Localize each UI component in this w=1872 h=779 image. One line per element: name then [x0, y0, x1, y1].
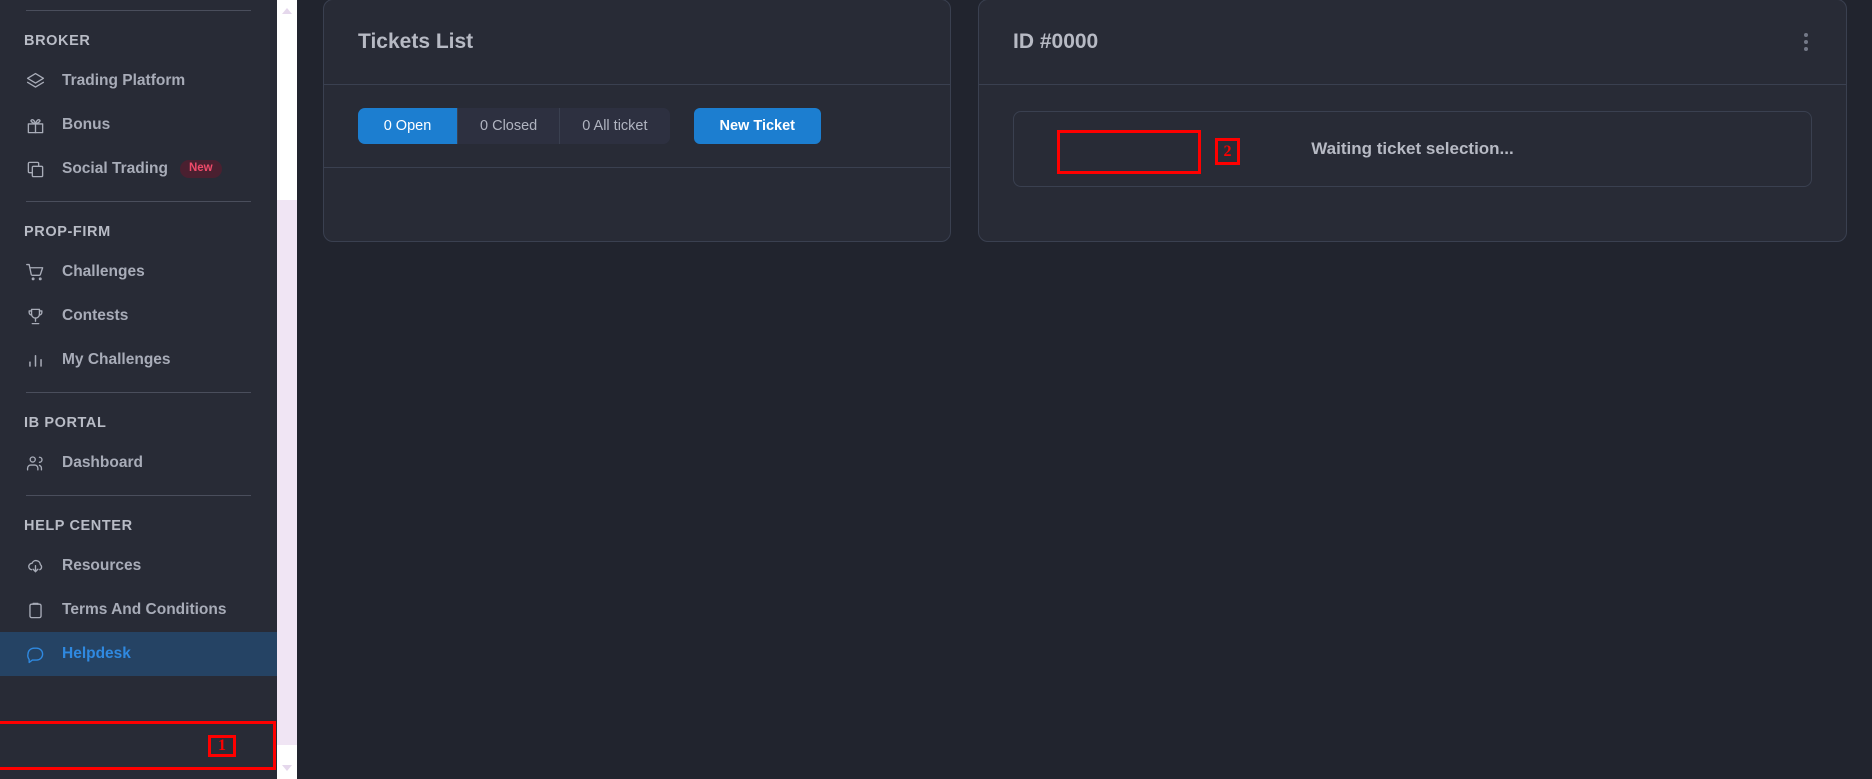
- sidebar-group-title-prop-firm: PROP-FIRM: [24, 224, 111, 240]
- trophy-icon: [24, 305, 46, 327]
- cart-icon: [24, 261, 46, 283]
- sidebar-item-challenges[interactable]: Challenges: [0, 250, 277, 294]
- sidebar-item-label: Contests: [62, 307, 129, 324]
- sidebar-item-my-challenges[interactable]: My Challenges: [0, 338, 277, 382]
- bar-chart-icon: [24, 349, 46, 371]
- scrollbar-down-arrow-icon[interactable]: [277, 761, 297, 775]
- scrollbar-thumb[interactable]: [277, 200, 297, 745]
- sidebar-item-label: Terms And Conditions: [62, 601, 227, 618]
- sidebar-item-label: Bonus: [62, 116, 111, 133]
- ticket-detail-body: Waiting ticket selection...: [979, 85, 1846, 221]
- sidebar-item-dashboard[interactable]: Dashboard: [0, 441, 277, 485]
- sidebar-item-contests[interactable]: Contests: [0, 294, 277, 338]
- message-icon: [24, 643, 46, 665]
- sidebar-item-resources[interactable]: Resources: [0, 544, 277, 588]
- gift-icon: [24, 114, 46, 136]
- annotation-number-1: 1: [208, 735, 236, 757]
- tickets-list-header: Tickets List: [324, 0, 950, 85]
- sidebar-item-label: Social Trading: [62, 160, 168, 177]
- tab-all-ticket[interactable]: 0 All ticket: [560, 108, 670, 144]
- panels-row: Tickets List 0 Open 0 Closed 0 All ticke…: [277, 0, 1872, 242]
- sidebar-group-title-broker: BROKER: [24, 33, 91, 49]
- cloud-download-icon: [24, 555, 46, 577]
- sidebar-item-label: Trading Platform: [62, 72, 186, 89]
- ticket-id-title: ID #0000: [1013, 30, 1099, 53]
- sidebar-item-terms-and-conditions[interactable]: Terms And Conditions: [0, 588, 277, 632]
- annotation-number-2: 2: [1215, 138, 1240, 165]
- kebab-menu-icon[interactable]: [1800, 29, 1812, 55]
- tickets-list-body: [324, 168, 950, 228]
- sidebar-group-title-ib-portal: IB PORTAL: [24, 415, 107, 431]
- tab-closed[interactable]: 0 Closed: [458, 108, 561, 144]
- waiting-ticket-selection-message: Waiting ticket selection...: [1013, 111, 1812, 187]
- ticket-detail-panel: ID #0000 Waiting ticket selection...: [978, 0, 1847, 242]
- sidebar-item-trading-platform[interactable]: Trading Platform: [0, 59, 277, 103]
- clipboard-icon: [24, 599, 46, 621]
- sidebar: BROKER Trading Platform Bonus Social Tra…: [0, 0, 277, 779]
- scrollbar-up-arrow-icon[interactable]: [277, 4, 297, 18]
- app-root: BROKER Trading Platform Bonus Social Tra…: [0, 0, 1872, 779]
- layers-icon: [24, 70, 46, 92]
- page-scrollbar[interactable]: [277, 0, 297, 779]
- tickets-list-panel: Tickets List 0 Open 0 Closed 0 All ticke…: [323, 0, 951, 242]
- copy-icon: [24, 158, 46, 180]
- sidebar-item-label: Dashboard: [62, 454, 143, 471]
- badge-new: New: [179, 160, 222, 178]
- sidebar-group-title-help-center: HELP CENTER: [24, 518, 133, 534]
- tickets-filter-tabs: 0 Open 0 Closed 0 All ticket: [358, 108, 670, 144]
- sidebar-item-helpdesk[interactable]: Helpdesk: [0, 632, 277, 676]
- sidebar-item-social-trading[interactable]: Social Trading New: [0, 147, 277, 191]
- ticket-detail-header: ID #0000: [979, 0, 1846, 85]
- new-ticket-button[interactable]: New Ticket: [693, 108, 822, 144]
- sidebar-item-label: My Challenges: [62, 351, 171, 368]
- sidebar-item-label: Challenges: [62, 263, 145, 280]
- main-content: Tickets List 0 Open 0 Closed 0 All ticke…: [277, 0, 1872, 779]
- sidebar-item-label: Resources: [62, 557, 142, 574]
- sidebar-item-bonus[interactable]: Bonus: [0, 103, 277, 147]
- page-title: Tickets List: [358, 30, 474, 53]
- sidebar-item-label: Helpdesk: [62, 645, 131, 662]
- tickets-toolbar: 0 Open 0 Closed 0 All ticket New Ticket: [324, 85, 950, 168]
- users-icon: [24, 452, 46, 474]
- tab-open[interactable]: 0 Open: [358, 108, 458, 144]
